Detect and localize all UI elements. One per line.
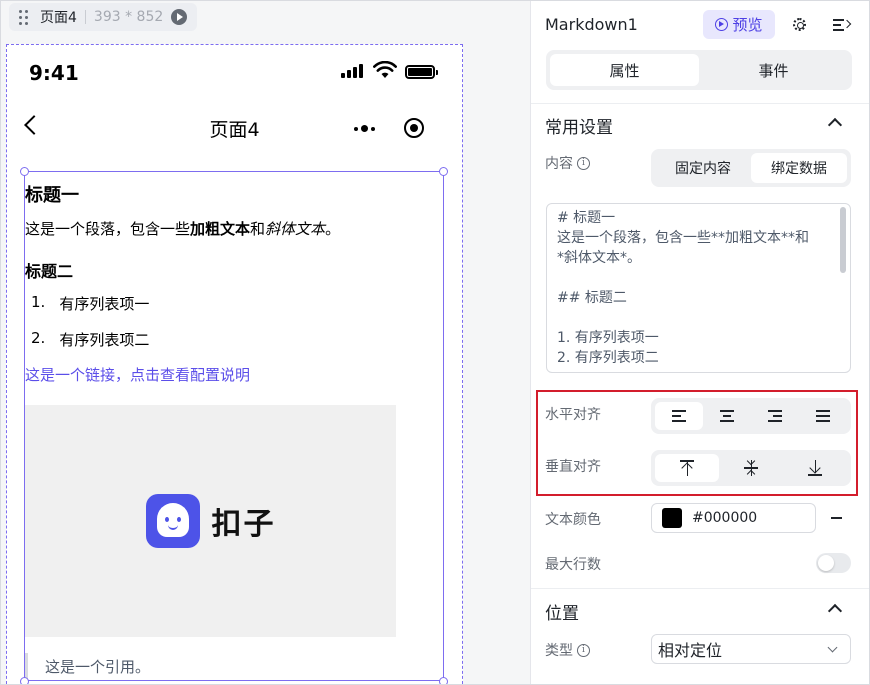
divider [531, 588, 869, 589]
page-tag-separator [84, 10, 86, 24]
nav-title: 页面4 [209, 119, 260, 141]
play-icon [715, 18, 729, 31]
chevron-up-icon[interactable] [827, 603, 843, 619]
gear-icon[interactable] [793, 18, 806, 31]
status-time: 9:41 [29, 61, 79, 85]
collapse-panel-icon[interactable] [833, 18, 852, 32]
chevron-down-icon [827, 642, 838, 653]
highlight-box [536, 390, 858, 496]
page-tag-size: 393 * 852 [93, 9, 164, 25]
battery-icon [405, 65, 438, 79]
close-target-icon[interactable] [404, 118, 424, 138]
signal-icon [341, 64, 363, 78]
status-bar: 9:41 [7, 45, 462, 101]
max-lines-label: 最大行数 [545, 557, 601, 573]
content-label: 内容 i [545, 153, 590, 173]
section-title-position: 位置 [545, 604, 579, 624]
content-textarea[interactable]: # 标题一 这是一个段落，包含一些**加粗文本**和 *斜体文本*。 ## 标题… [546, 203, 851, 373]
design-canvas[interactable]: 页面4 393 * 852 9:41 页面4 标题一 这是一个段落，包含一些加粗… [1, 1, 530, 684]
editor-window: 页面4 393 * 852 9:41 页面4 标题一 这是一个段落，包含一些加粗… [0, 0, 870, 685]
selection-box [24, 171, 444, 681]
properties-panel: Markdown1 预览 属性 事件 常用设置 内容 i 固定内容 绑定数据 # … [530, 1, 869, 684]
divider [531, 103, 869, 104]
info-icon: i [577, 156, 590, 170]
textarea-scrollbar[interactable] [840, 207, 846, 273]
tab-events[interactable]: 事件 [699, 54, 848, 86]
text-color-input[interactable]: #000000 [651, 503, 816, 533]
info-icon: i [577, 643, 590, 657]
component-name: Markdown1 [545, 15, 638, 34]
resize-handle[interactable] [20, 677, 29, 684]
page-tag[interactable]: 页面4 393 * 852 [9, 3, 198, 31]
preview-button[interactable]: 预览 [703, 10, 775, 39]
minus-icon[interactable] [831, 517, 842, 519]
wifi-icon [373, 61, 397, 78]
content-mode-fixed[interactable]: 固定内容 [655, 153, 751, 183]
resize-handle[interactable] [439, 167, 448, 176]
panel-tabs: 属性 事件 [546, 50, 852, 90]
tab-properties[interactable]: 属性 [550, 54, 699, 86]
content-mode-bound[interactable]: 绑定数据 [751, 153, 847, 183]
position-type-select[interactable]: 相对定位 [651, 634, 851, 664]
chevron-up-icon[interactable] [827, 117, 843, 133]
color-swatch[interactable] [662, 508, 682, 528]
type-label: 类型 i [545, 640, 590, 660]
page-tag-name: 页面4 [40, 10, 77, 26]
drag-handle-icon[interactable] [19, 9, 28, 25]
nav-bar: 页面4 [7, 105, 462, 149]
resize-handle[interactable] [20, 167, 29, 176]
play-icon[interactable] [171, 9, 188, 25]
content-mode-switch: 固定内容 绑定数据 [651, 149, 851, 187]
text-color-label: 文本颜色 [545, 512, 601, 528]
section-title-common: 常用设置 [545, 118, 613, 138]
more-icon[interactable] [354, 125, 375, 132]
resize-handle[interactable] [439, 677, 448, 684]
max-lines-toggle[interactable] [816, 553, 851, 573]
